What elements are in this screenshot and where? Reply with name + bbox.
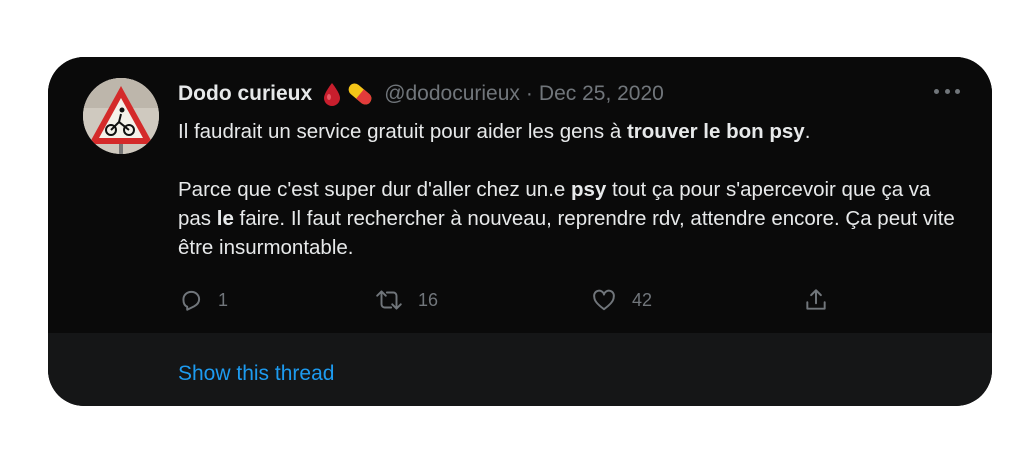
bold-text: le: [216, 207, 234, 230]
bold-text: trouver le bon psy: [626, 120, 805, 143]
tweet-header: Dodo curieux @dodocurieux · Dec 25, 2020: [178, 79, 664, 109]
tweet-text: Il faudrait un service gratuit pour aide…: [178, 117, 968, 262]
drop-of-blood-icon: [324, 83, 341, 106]
cyclist-warning-sign-icon: [83, 78, 159, 154]
reply-count: 1: [218, 289, 229, 310]
reply-icon: [182, 290, 201, 311]
heart-icon: [593, 289, 615, 311]
name-emojis: [322, 82, 374, 106]
tweet-paragraph-2: Parce que c'est super dur d'aller chez u…: [178, 175, 968, 262]
more-options-icon[interactable]: [934, 81, 960, 101]
tweet-paragraph-1: Il faudrait un service gratuit pour aide…: [178, 117, 968, 146]
avatar[interactable]: [83, 78, 159, 154]
share-icon: [806, 289, 826, 310]
author-name[interactable]: Dodo curieux: [178, 82, 312, 106]
bold-text: psy: [571, 178, 607, 201]
text-segment: .: [804, 120, 811, 143]
retweet-icon: [376, 290, 402, 310]
text-segment: Il faudrait un service gratuit pour aide…: [178, 120, 627, 143]
tweet-card[interactable]: Dodo curieux @dodocurieux · Dec 25, 2020: [48, 57, 992, 406]
tweet-actions: 1 16 42: [178, 285, 838, 315]
show-thread-link[interactable]: Show this thread: [178, 362, 334, 386]
share-button[interactable]: [803, 285, 829, 315]
text-segment: faire. Il faut rechercher à nouveau, rep…: [178, 207, 955, 259]
pill-icon: [348, 83, 372, 105]
tweet-footer: Show this thread: [48, 333, 992, 406]
tweet-date[interactable]: Dec 25, 2020: [539, 82, 664, 106]
like-button[interactable]: 42: [590, 285, 652, 315]
retweet-button[interactable]: 16: [374, 285, 438, 315]
header-separator: ·: [525, 82, 533, 105]
text-segment: Parce que c'est super dur d'aller chez u…: [178, 178, 571, 201]
retweet-count: 16: [418, 289, 439, 310]
author-handle[interactable]: @dodocurieux: [384, 82, 520, 106]
tweet-body: Dodo curieux @dodocurieux · Dec 25, 2020: [48, 57, 992, 333]
like-count: 42: [632, 289, 653, 310]
reply-button[interactable]: 1: [178, 285, 228, 315]
